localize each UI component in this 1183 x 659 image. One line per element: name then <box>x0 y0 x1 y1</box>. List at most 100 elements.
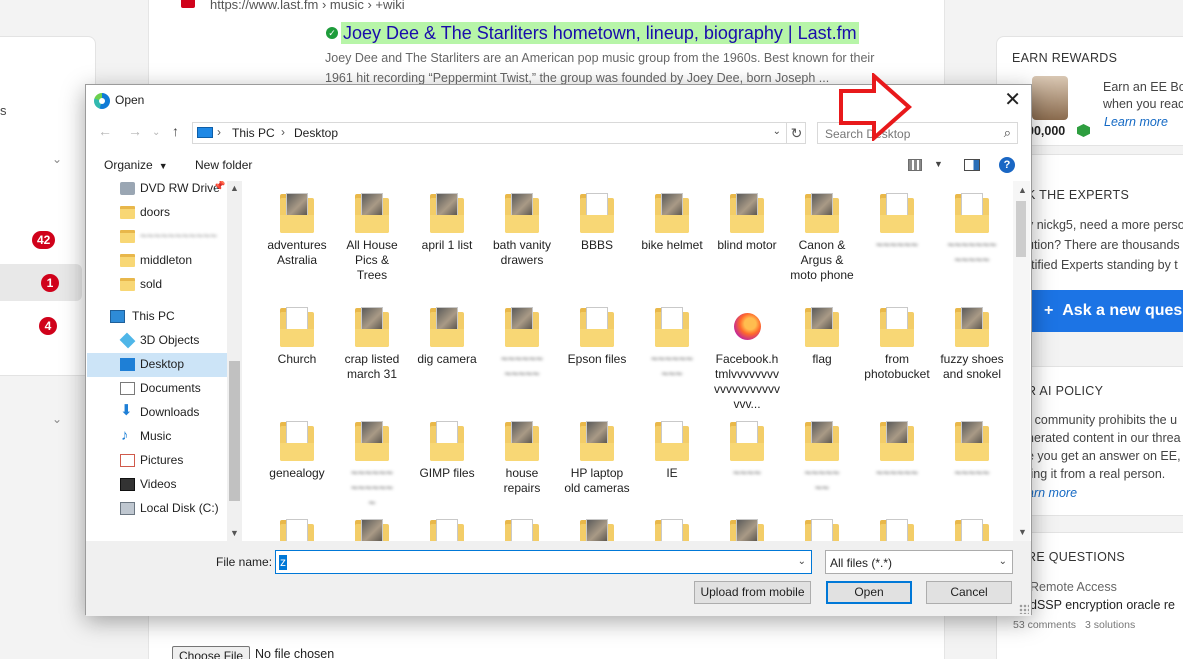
folder-item[interactable]: april 1 list <box>414 193 480 253</box>
ask-new-question-button[interactable]: + Ask a new ques <box>1030 290 1183 332</box>
tree-item-sold[interactable]: sold <box>87 273 227 297</box>
chevron-down-icon[interactable]: ⌄ <box>798 556 806 567</box>
help-icon[interactable]: ? <box>999 157 1015 173</box>
navigation-scrollbar[interactable]: ▲ ▼ <box>227 181 242 541</box>
folder-item[interactable] <box>564 519 630 541</box>
tree-item-local-disk[interactable]: Local Disk (C:) <box>87 497 227 521</box>
scroll-up-icon[interactable]: ▲ <box>230 183 239 193</box>
folder-item[interactable]: GIMP files <box>414 421 480 481</box>
folder-item[interactable]: bike helmet <box>639 193 705 253</box>
folder-item[interactable]: All House Pics & Trees <box>339 193 405 283</box>
tree-item-downloads[interactable]: ⬇ Downloads <box>87 401 227 425</box>
folder-item[interactable]: ~~~~~~ ~~~~~~ ~ <box>339 421 405 511</box>
file-type-select[interactable]: All files (*.*) ⌄ <box>825 550 1013 574</box>
folder-item[interactable]: crap listed march 31 <box>339 307 405 382</box>
question-tag[interactable]: Remote Access <box>1030 580 1117 594</box>
open-button[interactable]: Open <box>826 581 912 604</box>
recent-locations-icon[interactable]: ⌄ <box>152 127 160 138</box>
up-arrow-icon[interactable]: ↑ <box>172 123 179 139</box>
folder-item[interactable]: Epson files <box>564 307 630 367</box>
resize-grip-icon[interactable] <box>1019 604 1029 614</box>
folder-item[interactable]: flag <box>789 307 855 367</box>
tree-item-dvd-drive[interactable]: DVD RW Drive 📌 <box>87 181 227 201</box>
choose-file-button[interactable]: Choose File <box>172 646 251 659</box>
folder-item[interactable]: ~~~~~~ ~~~~~ <box>489 307 555 382</box>
folder-item[interactable]: HP laptop old cameras <box>564 421 630 496</box>
back-arrow-icon[interactable]: ← <box>98 123 112 139</box>
organize-menu[interactable]: Organize ▼ <box>104 158 168 172</box>
this-pc-icon <box>110 310 125 323</box>
folder-item[interactable]: ~~~~ <box>714 421 780 481</box>
folder-item[interactable] <box>414 519 480 541</box>
pin-icon[interactable]: 📌 <box>213 181 225 192</box>
chevron-down-icon[interactable]: ⌄ <box>52 412 62 426</box>
file-list-scrollbar[interactable]: ▲ ▼ <box>1013 181 1030 541</box>
folder-item[interactable] <box>939 519 1005 541</box>
folder-item[interactable]: IE <box>639 421 705 481</box>
folder-name: crap listed march 31 <box>344 352 400 381</box>
refresh-icon[interactable]: ↻ <box>786 122 806 144</box>
folder-item[interactable]: from photobucket <box>864 307 930 382</box>
tree-item-desktop[interactable]: Desktop <box>87 353 227 377</box>
search-result-url[interactable]: https://www.last.fm › music › +wiki <box>210 0 405 12</box>
folder-item[interactable] <box>864 519 930 541</box>
folder-item[interactable]: Canon & Argus & moto phone <box>789 193 855 283</box>
breadcrumb-this-pc[interactable]: This PC <box>232 126 275 140</box>
scroll-down-icon[interactable]: ▼ <box>230 528 239 538</box>
scroll-up-icon[interactable]: ▲ <box>1018 185 1027 195</box>
scrollbar-thumb[interactable] <box>229 361 240 501</box>
folder-item[interactable]: fuzzy shoes and snokel <box>939 307 1005 382</box>
file-name-input[interactable]: z ⌄ <box>275 550 812 574</box>
firefox-html-file[interactable]: Facebook.htmlvvvvvvvvvvvvvvvvvvvvvv... <box>714 307 780 412</box>
folder-item[interactable] <box>639 519 705 541</box>
question-link[interactable]: dSSP encryption oracle re <box>1030 598 1175 612</box>
folder-item[interactable]: ~~~~~ <box>939 421 1005 481</box>
preview-pane-icon[interactable] <box>964 159 980 171</box>
folder-icon <box>120 278 135 291</box>
ai-policy-learn-more-link[interactable]: arn more <box>1027 486 1077 500</box>
forward-arrow-icon[interactable]: → <box>128 123 142 139</box>
tree-item-music[interactable]: ♪ Music <box>87 425 227 449</box>
folder-item[interactable]: ~~~~~ ~~ <box>789 421 855 496</box>
folder-item[interactable]: blind motor <box>714 193 780 253</box>
folder-item[interactable]: dig camera <box>414 307 480 367</box>
tree-item-videos[interactable]: Videos <box>87 473 227 497</box>
folder-item[interactable]: ~~~~~~ <box>864 193 930 253</box>
tree-item-middleton[interactable]: middleton <box>87 249 227 273</box>
tree-item-doors[interactable]: doors <box>87 201 227 225</box>
folder-item[interactable]: Church <box>264 307 330 367</box>
tree-item-pictures[interactable]: Pictures <box>87 449 227 473</box>
chevron-down-icon[interactable]: ⌄ <box>52 152 62 166</box>
breadcrumb-desktop[interactable]: Desktop <box>294 126 338 140</box>
tree-item-3d-objects[interactable]: 3D Objects <box>87 329 227 353</box>
learn-more-link[interactable]: Learn more <box>1104 115 1168 129</box>
folder-item[interactable] <box>264 519 330 541</box>
caret-down-icon[interactable]: ▼ <box>934 159 943 169</box>
folder-item[interactable] <box>489 519 555 541</box>
scroll-down-icon[interactable]: ▼ <box>1018 527 1027 537</box>
folder-item[interactable] <box>339 519 405 541</box>
view-options-icon[interactable] <box>908 159 922 171</box>
folder-item[interactable]: ~~~~~~ <box>864 421 930 481</box>
tree-item-this-pc[interactable]: This PC <box>87 305 227 329</box>
tree-item-documents[interactable]: Documents <box>87 377 227 401</box>
address-bar[interactable]: › This PC › Desktop ⌄ <box>192 122 806 144</box>
folder-item[interactable]: house repairs <box>489 421 555 496</box>
cancel-button[interactable]: Cancel <box>926 581 1012 604</box>
folder-item[interactable] <box>789 519 855 541</box>
chevron-down-icon[interactable]: ⌄ <box>773 126 781 137</box>
close-icon[interactable]: ✕ <box>1004 89 1021 111</box>
folder-item[interactable]: genealogy <box>264 421 330 481</box>
tree-item-blurred[interactable]: ~~~~~~~~~~~ <box>87 225 227 249</box>
folder-item[interactable]: ~~~~~~~ ~~~~~ <box>939 193 1005 268</box>
folder-item[interactable]: bath vanity drawers <box>489 193 555 268</box>
folder-item[interactable] <box>714 519 780 541</box>
new-folder-button[interactable]: New folder <box>195 158 252 172</box>
scrollbar-thumb[interactable] <box>1016 201 1026 257</box>
search-result-title[interactable]: Joey Dee & The Starliters hometown, line… <box>341 22 859 44</box>
upload-from-mobile-button[interactable]: Upload from mobile <box>694 581 811 604</box>
folder-item[interactable]: adventures Astralia <box>264 193 330 268</box>
folder-item[interactable]: BBBS <box>564 193 630 253</box>
folder-icon <box>955 421 989 461</box>
folder-item[interactable]: ~~~~~~ ~~~ <box>639 307 705 382</box>
